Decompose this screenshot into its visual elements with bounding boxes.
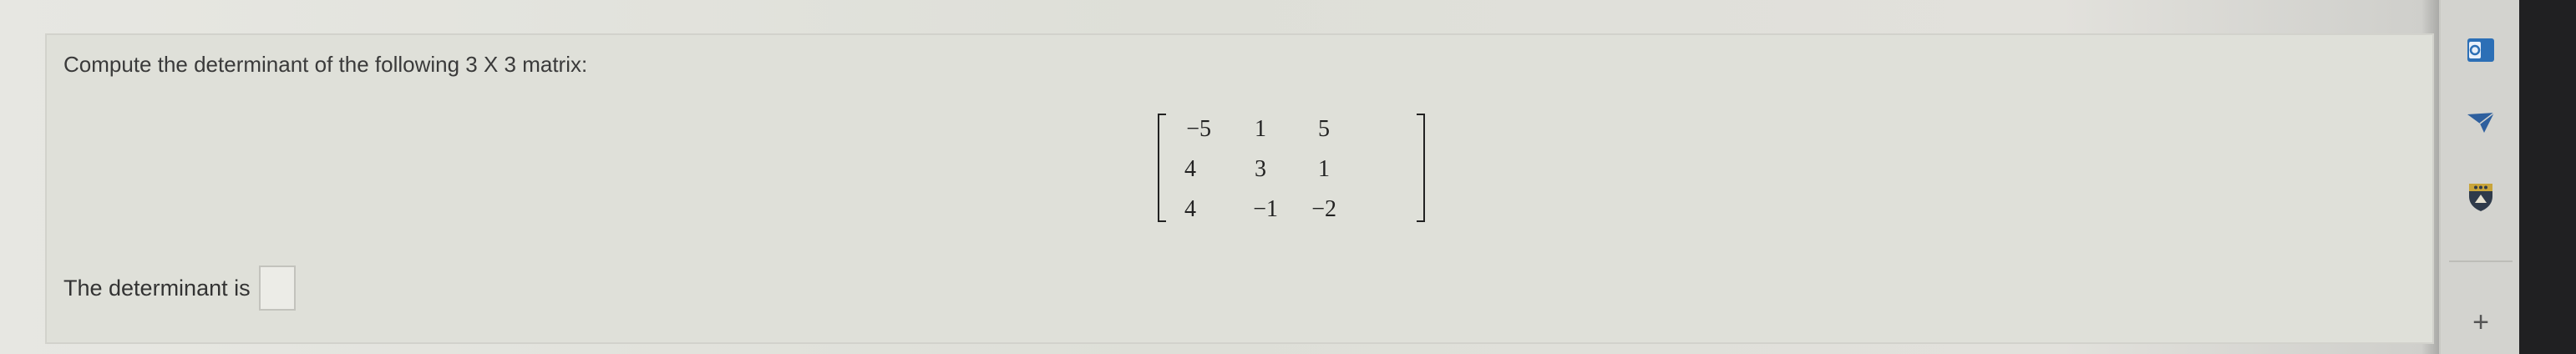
determinant-answer-input[interactable] <box>258 266 296 311</box>
page: Compute the determinant of the following… <box>0 0 2576 354</box>
add-button-label: + <box>2472 306 2489 338</box>
matrix: −5 1 5 4 3 1 4 −1 −2 <box>1158 109 1425 234</box>
matrix-right-bracket <box>1417 114 1425 222</box>
side-toolbar: + <box>2439 0 2519 354</box>
question-prompt: Compute the determinant of the following… <box>63 52 588 77</box>
matrix-cell-r1c1: −5 <box>1186 116 1211 142</box>
office-icon[interactable] <box>2464 35 2497 65</box>
matrix-cell-r1c3: 5 <box>1318 116 1330 142</box>
toolbar-divider <box>2449 260 2513 262</box>
question-card: Compute the determinant of the following… <box>45 33 2434 344</box>
matrix-cell-r2c1: 4 <box>1184 156 1196 182</box>
add-icon[interactable]: + <box>2464 307 2497 337</box>
answer-row: The determinant is <box>63 266 296 311</box>
matrix-cell-r3c2: −1 <box>1253 196 1278 222</box>
matrix-cell-r1c2: 1 <box>1255 116 1266 142</box>
matrix-cell-r3c3: −2 <box>1311 196 1336 222</box>
shield-crest-icon[interactable] <box>2464 182 2497 212</box>
send-icon[interactable] <box>2464 107 2497 137</box>
matrix-cell-r2c3: 1 <box>1318 156 1330 182</box>
matrix-cell-r3c1: 4 <box>1184 196 1196 222</box>
matrix-cell-r2c2: 3 <box>1255 156 1266 182</box>
answer-label: The determinant is <box>63 275 251 301</box>
window-edge <box>2519 0 2576 354</box>
